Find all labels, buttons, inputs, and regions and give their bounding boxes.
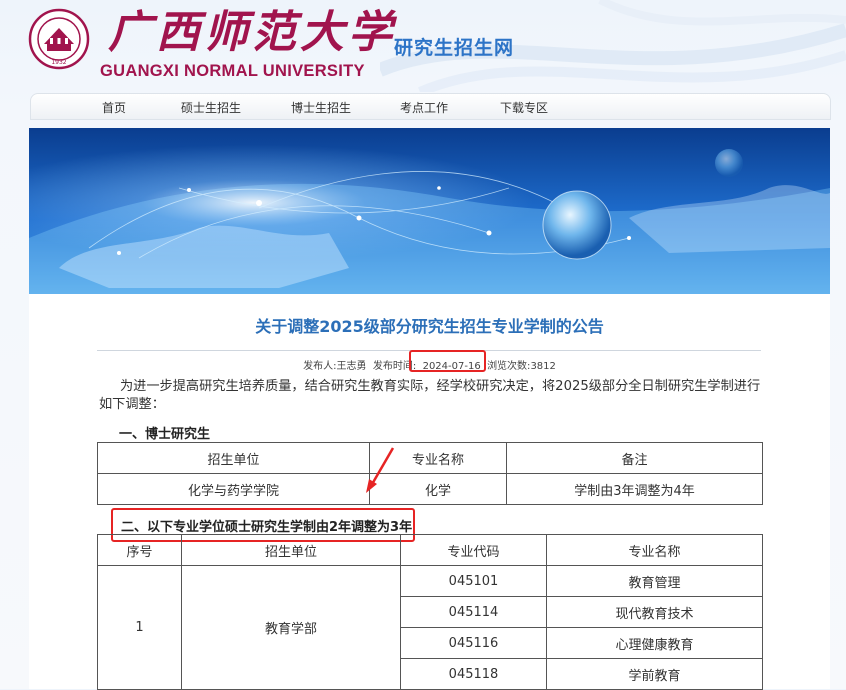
university-chinese-name: 广西师范大学 — [108, 7, 396, 58]
red-arrow-annotation-icon — [366, 447, 395, 493]
table-header-row: 序号 招生单位 专业代码 专业名称 — [97, 534, 763, 566]
cell-code: 045114 — [400, 596, 547, 628]
cell-unit: 化学与药学学院 — [97, 473, 370, 505]
table-row: 化学与药学学院 化学 学制由3年调整为4年 — [97, 473, 763, 505]
nav-item-exam-site[interactable]: 考点工作 — [400, 99, 448, 116]
cell-code: 045101 — [400, 565, 547, 597]
article-title: 关于调整2025级部分研究生招生专业学制的公告 — [255, 317, 604, 336]
cell-major: 学前教育 — [546, 658, 763, 690]
views-count: 3812 — [530, 361, 556, 372]
date-highlight-box — [409, 350, 486, 372]
intro-paragraph: 为进一步提高研究生培养质量，结合研究生教育实际，经学校研究决定，将2025级部分… — [99, 379, 761, 412]
hero-banner — [29, 128, 830, 294]
publisher-label: 发布人: — [303, 361, 337, 372]
col-header-unit: 招生单位 — [97, 442, 370, 474]
col-header-major: 专业名称 — [546, 534, 763, 566]
col-header-seq: 序号 — [97, 534, 182, 566]
university-seal-logo[interactable]: 1932 — [28, 8, 90, 70]
cell-seq: 1 — [97, 565, 182, 690]
globe-network-image — [29, 128, 830, 294]
col-header-remark: 备注 — [506, 442, 763, 474]
article-content: 关于调整2025级部分研究生招生专业学制的公告 发布人:王志勇 发布时间: 20… — [29, 294, 830, 690]
table-header-row: 招生单位 专业名称 备注 — [97, 442, 763, 474]
table-row: 1 教育学部 045101 教育管理 — [97, 565, 763, 690]
cell-code: 045116 — [400, 627, 547, 659]
doctoral-table: 招生单位 专业名称 备注 化学与药学学院 化学 学制由3年调整为4年 — [97, 442, 763, 505]
cell-major: 现代教育技术 — [546, 596, 763, 628]
seal-year: 1932 — [51, 59, 66, 66]
nav-item-master[interactable]: 硕士生招生 — [181, 99, 241, 116]
col-header-unit: 招生单位 — [181, 534, 401, 566]
site-name[interactable]: 研究生招生网 — [394, 33, 514, 60]
cell-remark: 学制由3年调整为4年 — [506, 473, 763, 505]
university-english-name: GUANGXI NORMAL UNIVERSITY — [100, 62, 365, 80]
cell-unit: 教育学部 — [181, 565, 401, 690]
publisher-name: 王志勇 — [336, 361, 367, 372]
main-nav: 首页 硕士生招生 博士生招生 考点工作 下载专区 — [30, 93, 831, 120]
nav-item-doctoral[interactable]: 博士生招生 — [291, 99, 351, 116]
cell-major: 教育管理 — [546, 565, 763, 597]
section-doctoral-heading: 一、博士研究生 — [119, 427, 211, 442]
site-header: 1932 广西师范大学 GUANGXI NORMAL UNIVERSITY 研究… — [0, 0, 846, 92]
cell-code: 045118 — [400, 658, 547, 690]
nav-item-home[interactable]: 首页 — [102, 99, 126, 116]
master-table: 序号 招生单位 专业代码 专业名称 1 教育学部 045101 教育管理 045… — [97, 534, 763, 690]
nav-item-downloads[interactable]: 下载专区 — [500, 99, 548, 116]
cell-major: 心理健康教育 — [546, 627, 763, 659]
col-header-code: 专业代码 — [400, 534, 547, 566]
views-label: 浏览次数: — [487, 361, 531, 372]
